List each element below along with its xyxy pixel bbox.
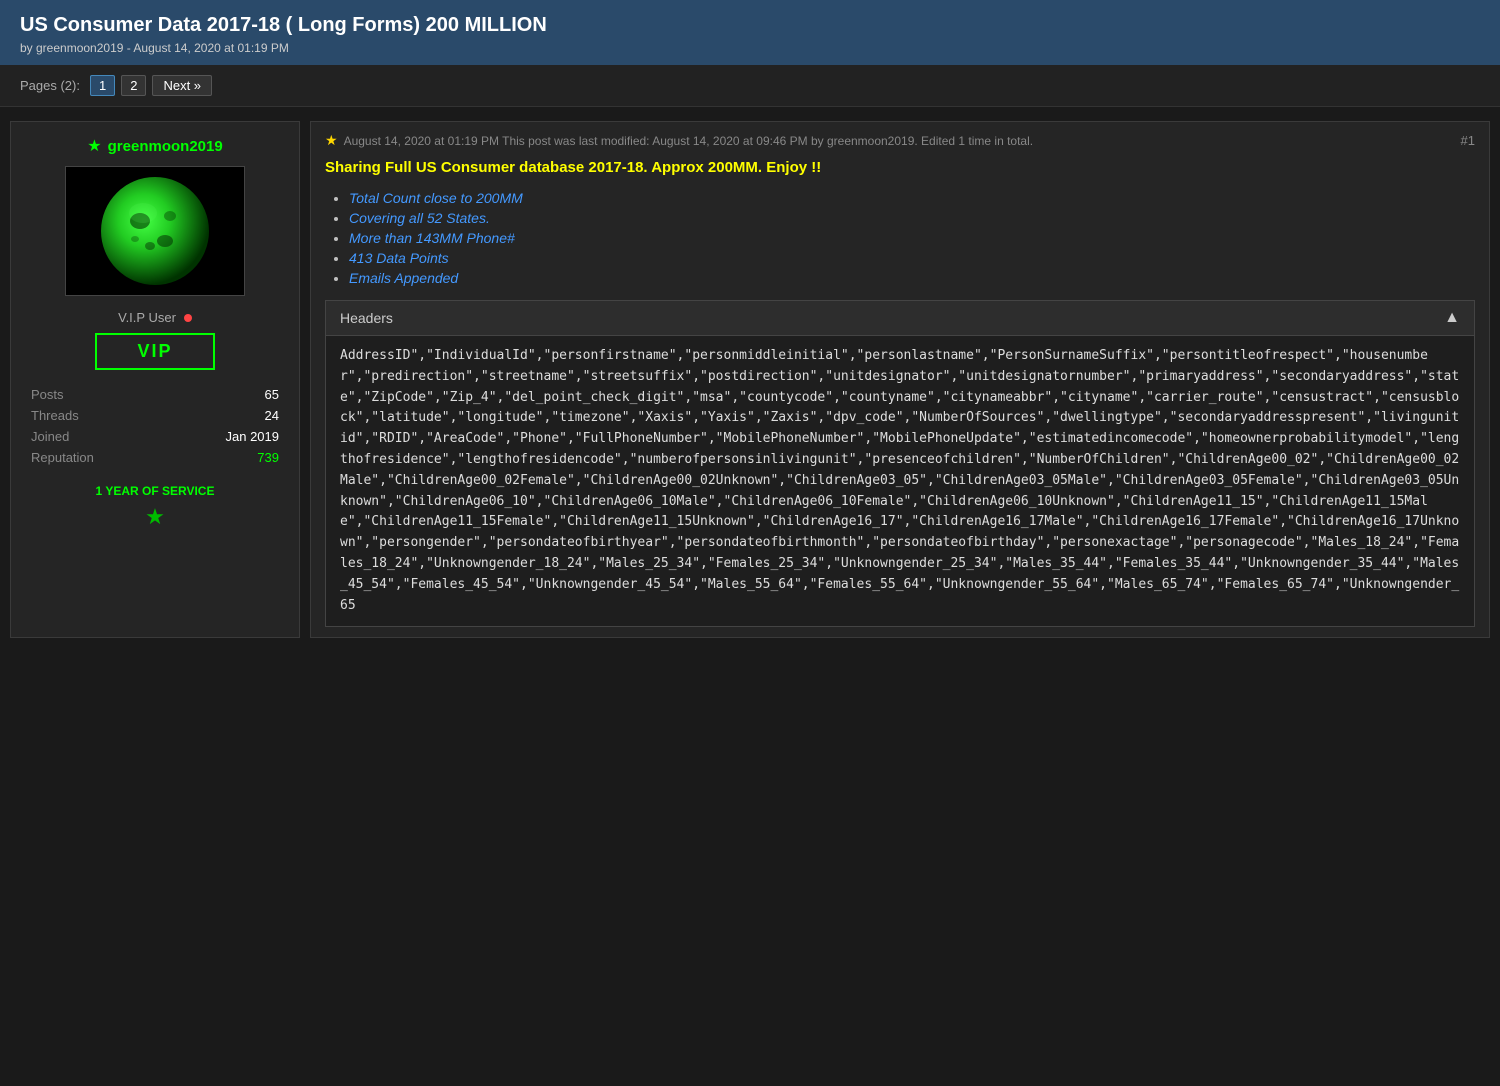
joined-value: Jan 2019: [226, 429, 280, 444]
vip-badge: VIP: [95, 333, 214, 370]
user-role-area: V.I.P User: [118, 310, 192, 325]
bullet-item-4: 413 Data Points: [349, 250, 1475, 266]
user-sidebar: ★ greenmoon2019: [10, 121, 300, 638]
headers-toggle-icon[interactable]: ▲: [1444, 309, 1460, 327]
headers-title: Headers: [340, 310, 393, 326]
bullet-item-1: Total Count close to 200MM: [349, 190, 1475, 206]
headers-content: AddressID","IndividualId","personfirstna…: [326, 336, 1474, 626]
reputation-value: 739: [257, 450, 279, 465]
bullet-item-5: Emails Appended: [349, 270, 1475, 286]
reputation-stat: Reputation 739: [21, 447, 289, 468]
post-meta-text: August 14, 2020 at 01:19 PM This post wa…: [344, 134, 1034, 148]
threads-stat: Threads 24: [21, 405, 289, 426]
user-star-icon: ★: [87, 136, 101, 156]
header-bar: US Consumer Data 2017-18 ( Long Forms) 2…: [0, 0, 1500, 65]
username[interactable]: greenmoon2019: [108, 138, 223, 155]
user-stats: Posts 65 Threads 24 Joined Jan 2019 Repu…: [21, 384, 289, 468]
role-status-dot: [184, 314, 192, 322]
post-star-icon: ★: [325, 132, 338, 149]
username-area: ★ greenmoon2019: [87, 136, 222, 156]
posts-value: 65: [265, 387, 279, 402]
posts-label: Posts: [31, 387, 64, 402]
posts-stat: Posts 65: [21, 384, 289, 405]
page-1-button[interactable]: 1: [90, 75, 115, 96]
main-content: ★ greenmoon2019: [0, 107, 1500, 652]
avatar-container: [65, 166, 245, 296]
reputation-label: Reputation: [31, 450, 94, 465]
headers-title-bar: Headers ▲: [326, 301, 1474, 336]
avatar-moon-image: [95, 171, 215, 291]
pages-label: Pages (2):: [20, 78, 80, 93]
service-star-icon: ★: [145, 504, 165, 530]
post-meta: ★ August 14, 2020 at 01:19 PM This post …: [325, 132, 1475, 149]
threads-value: 24: [265, 408, 279, 423]
service-label: 1 YEAR OF SERVICE: [96, 484, 215, 498]
joined-stat: Joined Jan 2019: [21, 426, 289, 447]
feature-list: Total Count close to 200MM Covering all …: [325, 190, 1475, 286]
role-label: V.I.P User: [118, 310, 176, 325]
page-subtitle: by greenmoon2019 - August 14, 2020 at 01…: [20, 41, 1480, 55]
post-number: #1: [1461, 133, 1475, 148]
joined-label: Joined: [31, 429, 69, 444]
bullet-item-3: More than 143MM Phone#: [349, 230, 1475, 246]
bullet-item-2: Covering all 52 States.: [349, 210, 1475, 226]
post-meta-left: ★ August 14, 2020 at 01:19 PM This post …: [325, 132, 1033, 149]
threads-label: Threads: [31, 408, 79, 423]
pagination-bar: Pages (2): 1 2 Next »: [0, 65, 1500, 107]
page-title: US Consumer Data 2017-18 ( Long Forms) 2…: [20, 14, 1480, 37]
post-content: ★ August 14, 2020 at 01:19 PM This post …: [310, 121, 1490, 638]
page-2-button[interactable]: 2: [121, 75, 146, 96]
next-page-button[interactable]: Next »: [152, 75, 212, 96]
post-heading: Sharing Full US Consumer database 2017-1…: [325, 159, 1475, 176]
headers-section: Headers ▲ AddressID","IndividualId","per…: [325, 300, 1475, 627]
